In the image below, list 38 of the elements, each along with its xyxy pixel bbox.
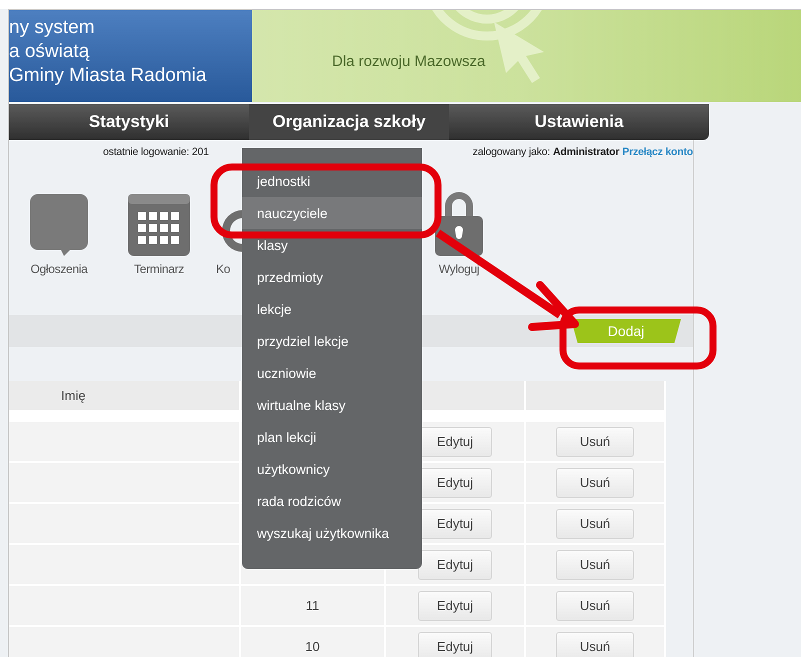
slogan: Dla rozwoju Mazowsza <box>332 52 486 70</box>
menu-item[interactable]: przydziel lekcje <box>242 325 422 357</box>
delete-button[interactable]: Usuń <box>556 508 634 538</box>
menu-tab[interactable]: Ustawienia <box>449 104 709 140</box>
delete-button[interactable]: Usuń <box>556 426 634 456</box>
edit-button[interactable]: Edytuj <box>418 590 492 620</box>
table-cell: 11 <box>241 586 386 627</box>
menu-tab[interactable]: Statystyki <box>9 104 249 140</box>
shortcut-label[interactable]: Ko <box>216 262 230 276</box>
delete-button[interactable]: Usuń <box>556 590 634 620</box>
last-login-text: ostatnie logowanie: 201 <box>103 146 209 158</box>
menu-item[interactable]: przedmioty <box>242 261 422 293</box>
menu-item[interactable]: wirtualne klasy <box>242 389 422 421</box>
switch-account-link[interactable]: Przełącz konto <box>622 146 693 158</box>
delete-button[interactable]: Usuń <box>556 632 634 657</box>
column-header: Imię <box>9 381 241 410</box>
menu-item[interactable]: nauczyciele <box>242 197 422 229</box>
delete-button[interactable]: Usuń <box>556 468 634 498</box>
edit-button[interactable]: Edytuj <box>418 632 492 657</box>
user-name: Administrator <box>553 146 620 158</box>
delete-button[interactable]: Usuń <box>556 550 634 580</box>
menu-item[interactable]: uczniowie <box>242 357 422 389</box>
shortcut-label[interactable]: Wyloguj <box>438 262 480 276</box>
menu-item[interactable]: jednostki <box>242 165 422 197</box>
menu-tab[interactable]: Organizacja szkoły <box>249 104 449 140</box>
header-title: Gminy Miasta Radomia <box>9 64 208 88</box>
header-title: a oświatą <box>9 40 90 64</box>
menu-item[interactable]: klasy <box>242 229 422 261</box>
calendar-icon <box>128 194 190 256</box>
speech-bubble-icon <box>30 194 88 256</box>
edit-button[interactable]: Edytuj <box>418 550 492 580</box>
shortcut-label[interactable]: Terminarz <box>134 262 184 276</box>
header-title: ny system <box>9 16 96 40</box>
menu-item[interactable]: lekcje <box>242 293 422 325</box>
table-cell: 10 <box>241 627 386 657</box>
logged-as-text: zalogowany jako: <box>472 146 550 158</box>
shortcut-label[interactable]: Ogłoszenia <box>30 262 88 276</box>
padlock-icon <box>435 190 483 256</box>
